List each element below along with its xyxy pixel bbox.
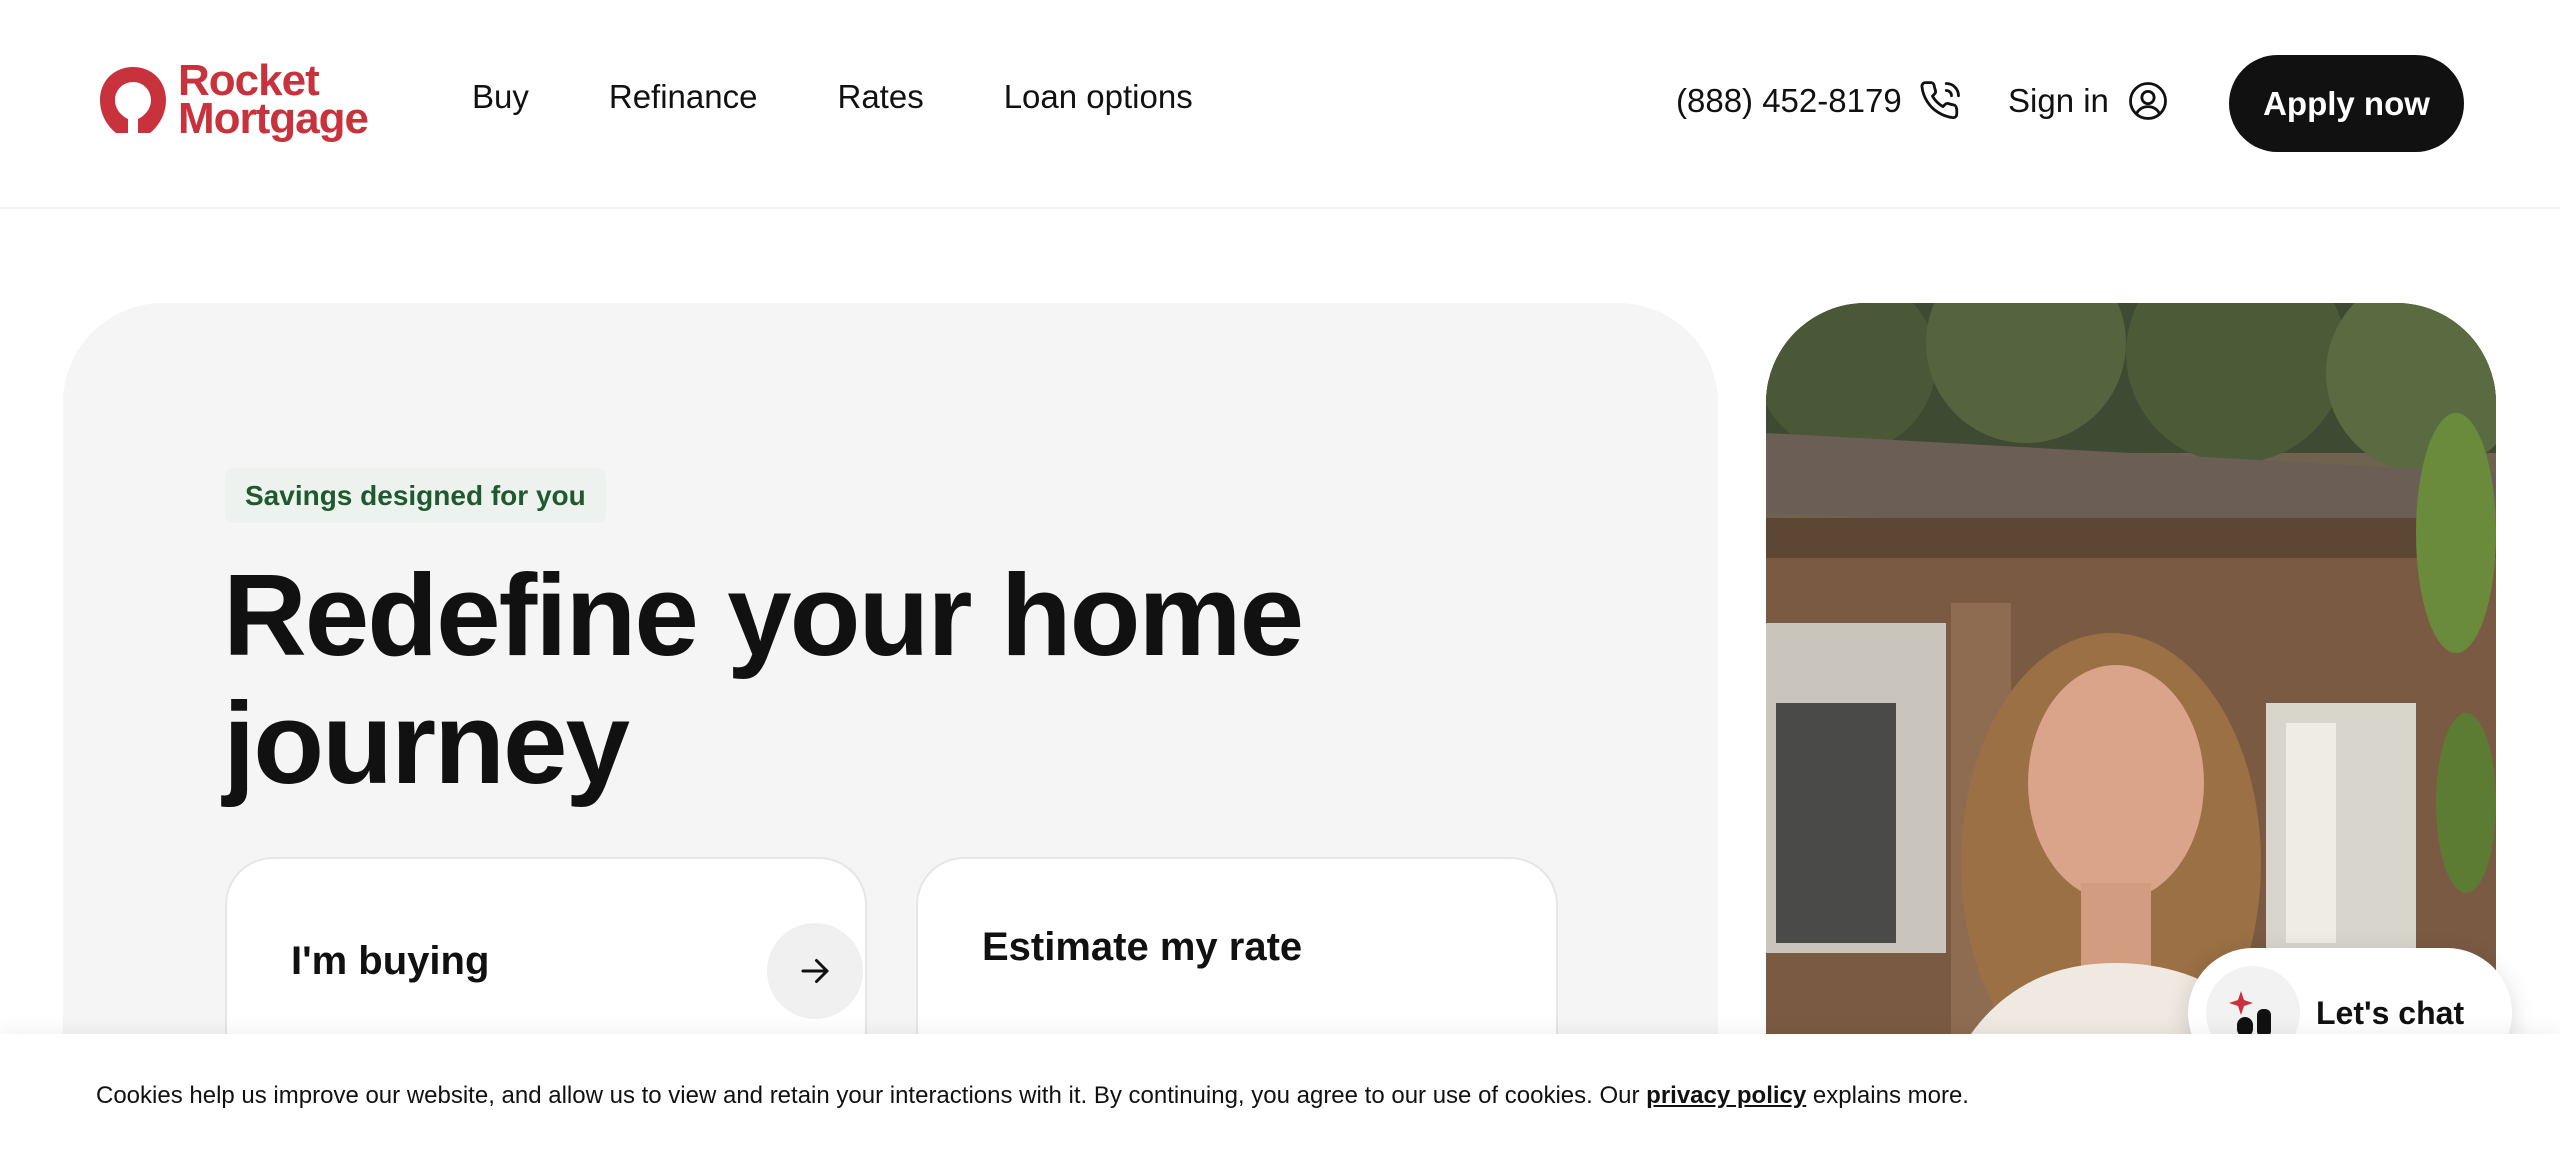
nav-item-rates[interactable]: Rates [837, 78, 923, 116]
cookie-text-before: Cookies help us improve our website, and… [96, 1082, 1647, 1109]
cookie-message: Cookies help us improve our website, and… [96, 1082, 1969, 1110]
phone-icon [1920, 81, 1960, 120]
page-title: Redefine your home journey [223, 550, 1304, 808]
estimate-rate-label: Estimate my rate [982, 925, 1303, 969]
logo-line-2: Mortgage [178, 94, 369, 143]
phone-link[interactable]: (888) 452-8179 [1676, 80, 1962, 122]
cookie-banner: Cookies help us improve our website, and… [0, 1034, 2560, 1162]
arrow-right-button[interactable] [767, 923, 863, 1019]
rocket-mortgage-logo[interactable]: Rocket Mortgage [96, 59, 369, 143]
site-header: Rocket Mortgage Buy Refinance Rates Loan… [0, 0, 2560, 209]
chat-label: Let's chat [2316, 994, 2465, 1031]
rocket-logo-icon [100, 67, 166, 133]
apply-now-button[interactable]: Apply now [2229, 55, 2464, 152]
sign-in-label: Sign in [2008, 82, 2109, 119]
main-nav: Buy Refinance Rates Loan options [472, 78, 1193, 116]
sign-in-link[interactable]: Sign in [2008, 80, 2169, 122]
arrow-right-icon [801, 959, 829, 983]
logo-wordmark: Rocket Mortgage [178, 59, 369, 143]
user-circle-icon [2129, 82, 2167, 120]
privacy-policy-link[interactable]: privacy policy [1646, 1082, 1806, 1109]
nav-item-buy[interactable]: Buy [472, 78, 529, 116]
chat-avatar-icon [2229, 991, 2271, 1037]
nav-item-loan-options[interactable]: Loan options [1004, 78, 1193, 116]
nav-item-refinance[interactable]: Refinance [609, 78, 758, 116]
cookie-text-after: explains more. [1806, 1082, 1969, 1109]
im-buying-label: I'm buying [291, 939, 490, 983]
phone-number: (888) 452-8179 [1676, 82, 1902, 119]
savings-badge: Savings designed for you [225, 468, 606, 523]
